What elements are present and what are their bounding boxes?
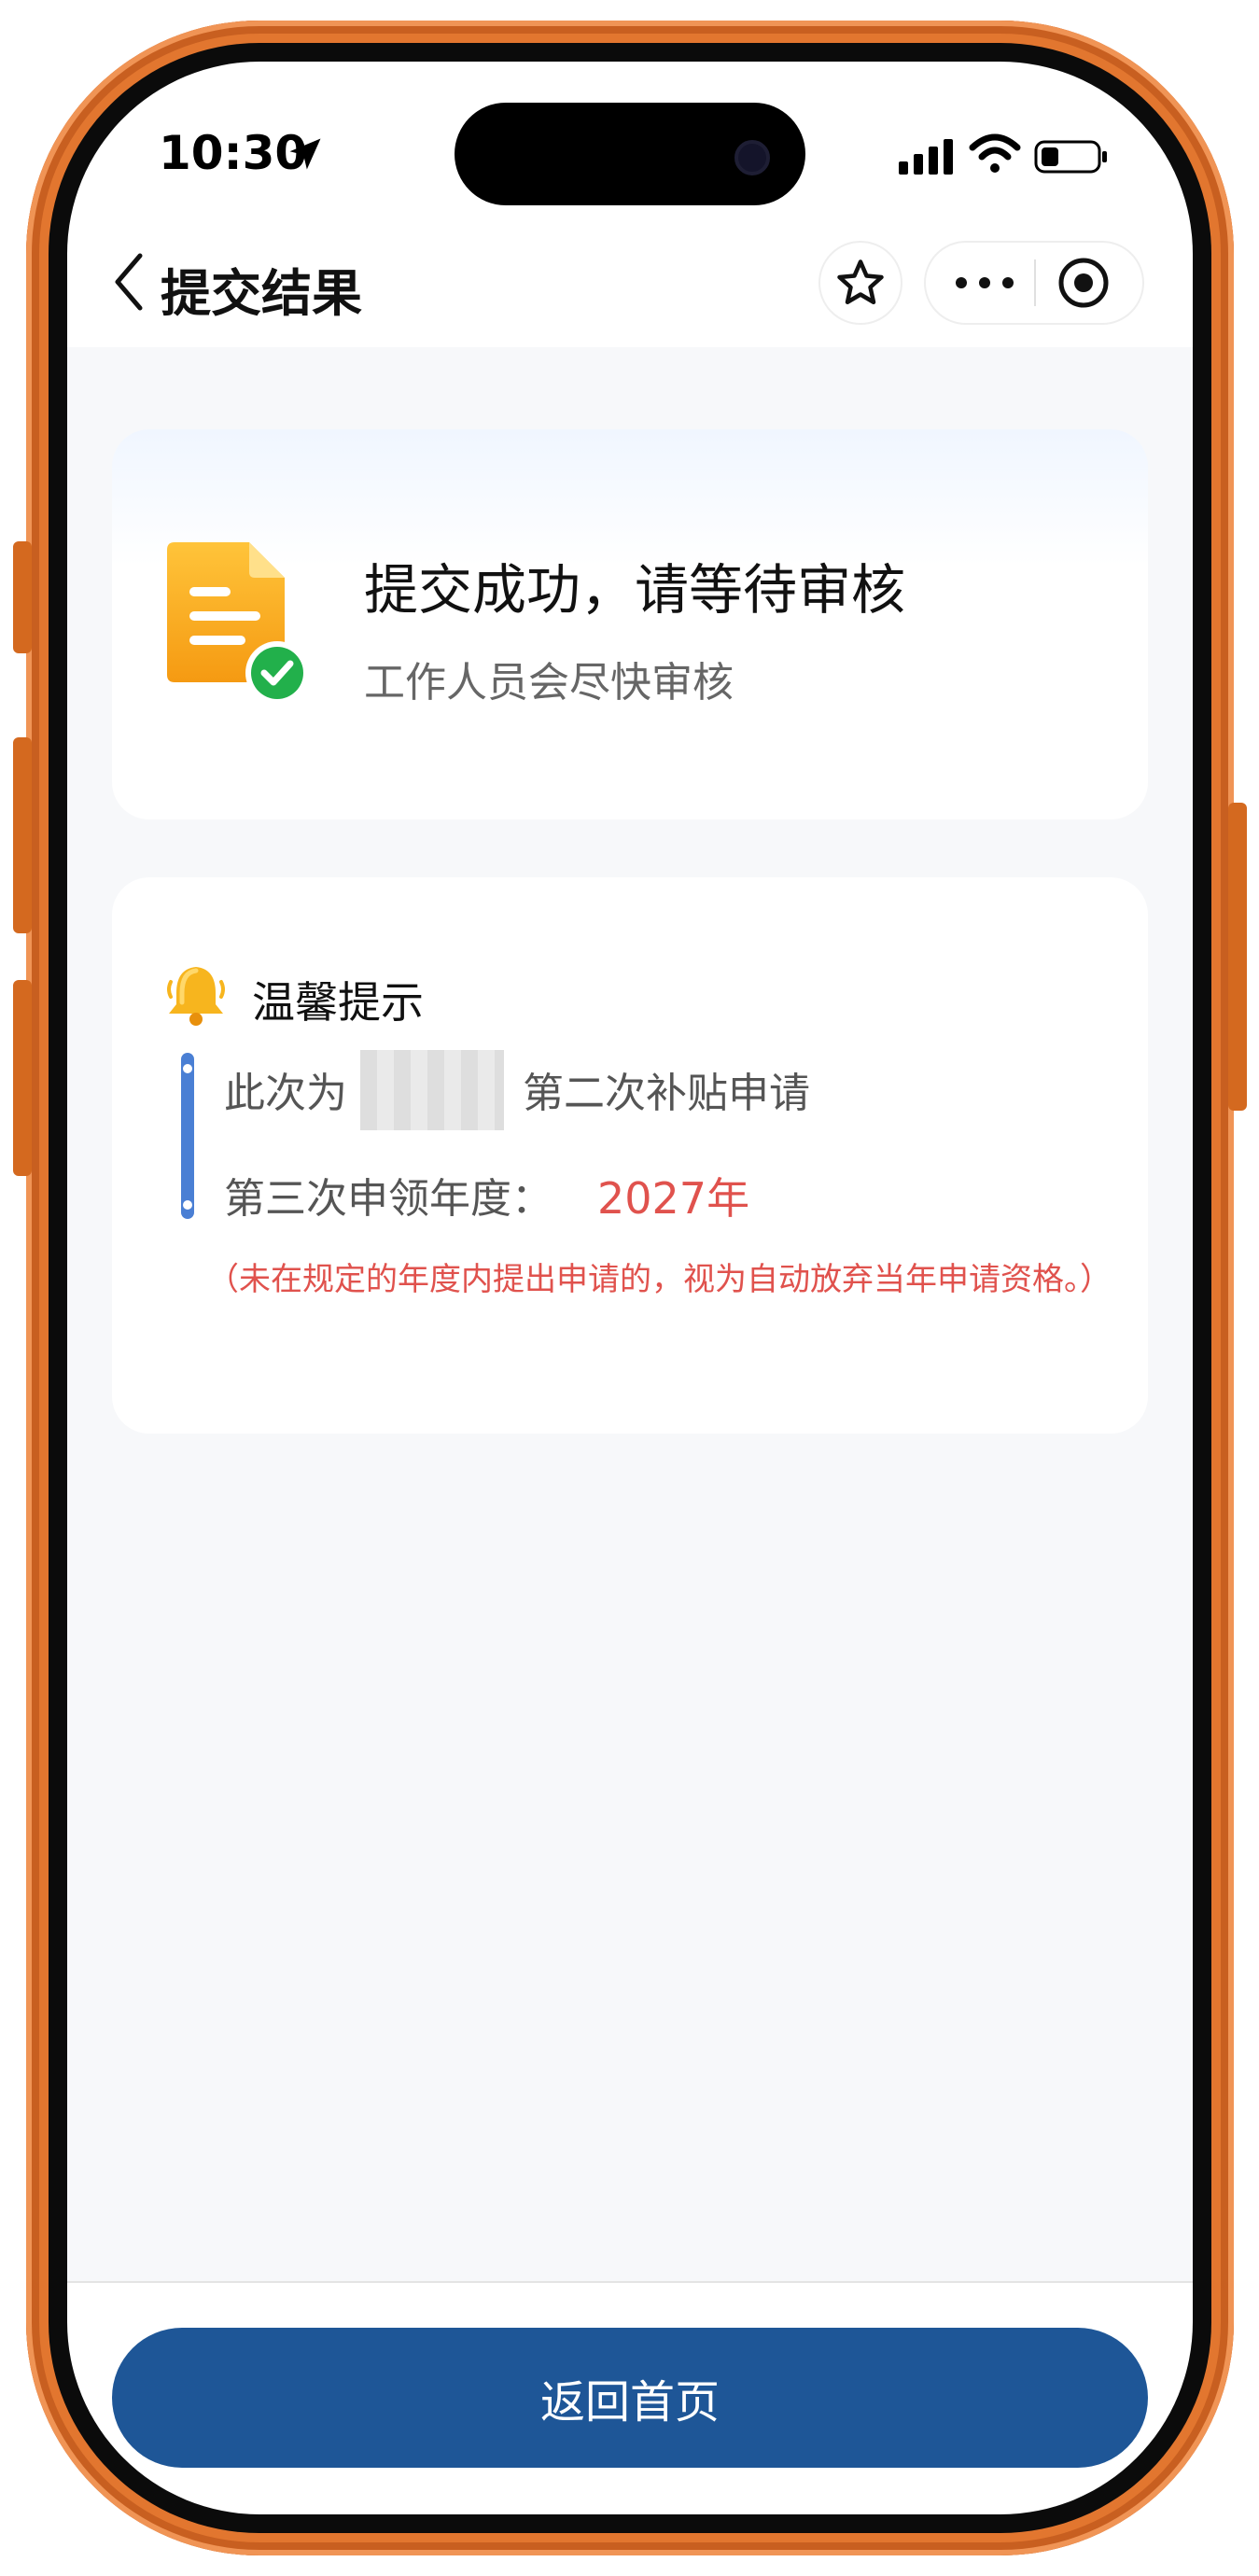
signal-icon [899, 137, 957, 178]
return-home-button[interactable]: 返回首页 [112, 2328, 1148, 2468]
page-title: 提交结果 [161, 264, 362, 323]
application-count-suffix: 第二次补贴申请 [523, 1070, 810, 1117]
battery-icon [1034, 138, 1109, 179]
bell-icon [163, 961, 229, 1030]
front-camera [734, 140, 770, 175]
next-year-value: 2027年 [597, 1173, 750, 1224]
scroll-indicator-bar [181, 1053, 194, 1219]
favorite-button[interactable] [818, 241, 902, 325]
bottom-divider [67, 2281, 1193, 2283]
redacted-name [360, 1050, 504, 1130]
side-button-volume-up [13, 737, 32, 933]
side-button-action [13, 541, 32, 653]
success-subtitle: 工作人员会尽快审核 [364, 659, 734, 707]
next-year-label: 第三次申领年度： [224, 1175, 553, 1223]
success-title: 提交成功，请等待审核 [364, 558, 906, 622]
scroll-indicator-dot [183, 1064, 192, 1073]
back-arrow-icon[interactable] [110, 252, 147, 315]
capsule-divider [1034, 259, 1036, 306]
close-mini-program-button[interactable] [1038, 245, 1137, 321]
document-check-icon [163, 537, 313, 708]
more-dots-icon [956, 277, 1014, 288]
more-menu-button[interactable] [933, 245, 1032, 321]
scroll-indicator-dot [183, 1200, 192, 1210]
side-button-power [1228, 803, 1247, 1111]
target-circle-icon [1058, 258, 1109, 308]
application-count-prefix: 此次为 [224, 1070, 347, 1117]
tips-card [112, 877, 1148, 1434]
tips-title: 温馨提示 [252, 977, 424, 1028]
star-icon [837, 259, 884, 304]
wifi-icon [969, 133, 1021, 177]
location-arrow-icon [285, 133, 326, 178]
side-button-volume-down [13, 980, 32, 1176]
tips-note: （未在规定的年度内提出申请的，视为自动放弃当年申请资格。） [207, 1261, 1112, 1298]
